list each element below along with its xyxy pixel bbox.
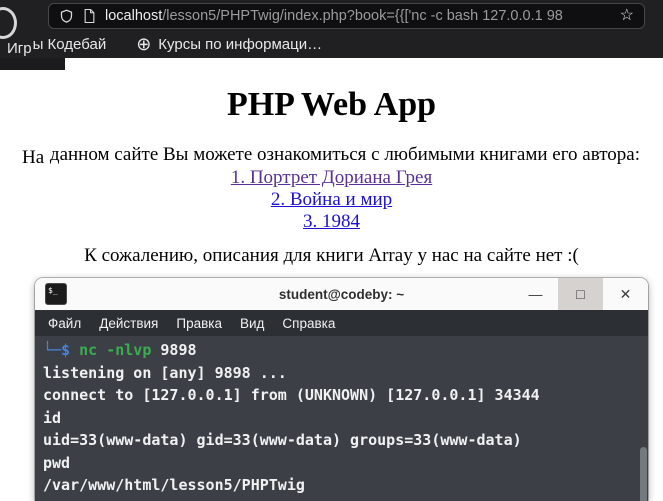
window-controls: — □ ✕ bbox=[513, 278, 648, 310]
chrome-corner-fragment bbox=[0, 58, 65, 70]
menu-item[interactable]: Действия bbox=[90, 316, 167, 331]
page-title: PHP Web App bbox=[226, 86, 437, 123]
terminal-line: id bbox=[43, 408, 62, 427]
bookmark-item-games[interactable]: Игры Кодебай bbox=[7, 36, 106, 57]
book-links: 1. Портрет Дориана Грея 2. Война и мир 3. … bbox=[0, 167, 663, 233]
terminal-line: └─$ nc -nlvp 9898 bbox=[43, 341, 197, 359]
terminal-window: $_ student@codeby: ~ — □ ✕ Файл Действия П… bbox=[35, 278, 648, 501]
menu-item[interactable]: Правка bbox=[167, 316, 231, 331]
url-bar[interactable]: localhost/lesson5/PHPTwig/index.php?book… bbox=[48, 3, 645, 29]
scrollbar-thumb[interactable] bbox=[640, 447, 647, 501]
page-info-icon[interactable] bbox=[83, 8, 96, 24]
terminal-line: uid=33(www-data) gid=33(www-data) groups… bbox=[43, 431, 522, 449]
menu-item[interactable]: Файл bbox=[39, 316, 90, 331]
close-button[interactable]: ✕ bbox=[603, 278, 648, 310]
url-text[interactable]: localhost/lesson5/PHPTwig/index.php?book… bbox=[105, 8, 611, 24]
minimize-button[interactable]: — bbox=[513, 278, 558, 310]
shield-icon[interactable] bbox=[59, 8, 74, 25]
terminal-line: ^c bbox=[43, 497, 640, 501]
url-path: /lesson5/PHPTwig/index.php?book={{['nc -… bbox=[162, 8, 563, 24]
menu-item[interactable]: Справка bbox=[273, 316, 344, 331]
bookmark-item-courses[interactable]: Курсы по информаци… bbox=[158, 36, 322, 53]
book-link[interactable]: 1. Портрет Дориана Грея bbox=[0, 167, 663, 189]
terminal-line: listening on [any] 9898 ... bbox=[43, 363, 287, 382]
globe-icon: ⊕ bbox=[136, 34, 152, 54]
book-link[interactable]: 3. 1984 bbox=[0, 211, 663, 233]
menu-item[interactable]: Вид bbox=[231, 316, 273, 331]
terminal-titlebar[interactable]: $_ student@codeby: ~ — □ ✕ bbox=[35, 278, 648, 310]
terminal-menubar: Файл Действия Правка Вид Справка bbox=[35, 310, 648, 336]
browser-chrome: localhost/lesson5/PHPTwig/index.php?book… bbox=[0, 0, 663, 58]
terminal-line: connect to [127.0.0.1] from (UNKNOWN) [1… bbox=[43, 386, 540, 404]
bookmark-star-icon[interactable]: ☆ bbox=[620, 8, 634, 24]
url-host: localhost bbox=[105, 8, 163, 24]
no-description-text: К сожалению, описания для книги Array у … bbox=[84, 245, 579, 266]
terminal-line: pwd bbox=[43, 453, 71, 472]
maximize-button[interactable]: □ bbox=[558, 278, 603, 310]
bookmarks-bar: Игры Кодебай ⊕ Курсы по информаци… bbox=[0, 30, 663, 58]
book-link[interactable]: 2. Война и мир bbox=[0, 189, 663, 211]
intro-text: На данном сайте Вы можете ознакомиться с… bbox=[22, 144, 640, 168]
terminal-output[interactable]: └─$ nc -nlvp 9898 listening on [any] 9898… bbox=[35, 336, 648, 501]
terminal-line: /var/www/html/lesson5/PHPTwig bbox=[43, 476, 305, 494]
